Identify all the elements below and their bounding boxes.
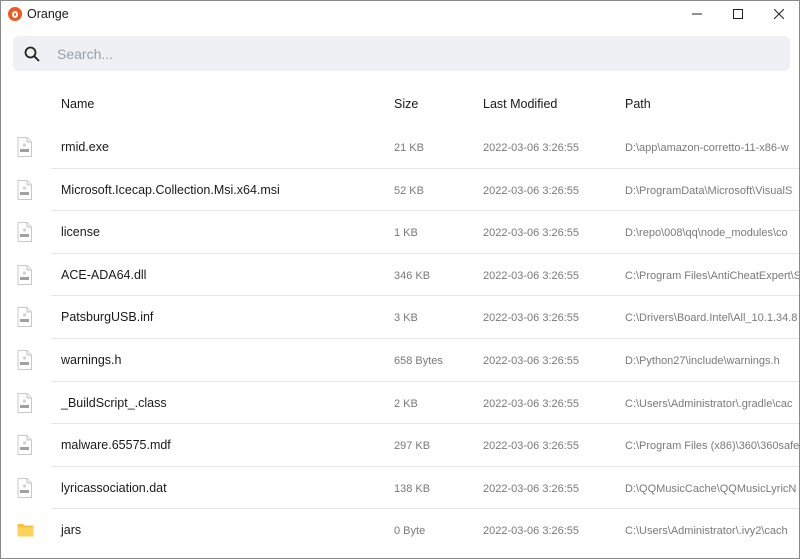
file-last-modified: 2022-03-06 3:26:55 <box>483 269 580 282</box>
app-title: Orange <box>27 7 69 21</box>
maximize-icon <box>732 9 743 19</box>
file-last-modified: 2022-03-06 3:26:55 <box>483 440 580 453</box>
file-last-modified: 2022-03-06 3:26:55 <box>483 312 580 325</box>
file-path: D:\ProgramData\Microsoft\VisualS <box>625 184 793 197</box>
minimize-icon <box>691 13 702 15</box>
table-row[interactable]: malware.65575.mdf 297 KB 2022-03-06 3:26:5… <box>1 424 800 467</box>
file-path: C:\Program Files\AntiCheatExpert\S <box>625 269 800 282</box>
folder-icon <box>17 523 34 543</box>
class-file-icon <box>17 392 32 413</box>
file-name: Microsoft.Icecap.Collection.Msi.x64.msi <box>61 182 280 197</box>
table-row[interactable]: warnings.h 658 Bytes 2022-03-06 3:26:55 D:\… <box>1 339 799 382</box>
file-size: 3 KB <box>394 312 418 325</box>
title-bar: Orange <box>1 1 799 27</box>
file-name: PatsburgUSB.inf <box>61 310 154 325</box>
table-row[interactable]: lyricassociation.dat 138 KB 2022-03-06 3:2… <box>1 467 799 510</box>
column-header-size[interactable]: Size <box>394 97 418 111</box>
file-path: C:\Users\Administrator\.ivy2\cach <box>625 525 788 538</box>
msi-file-icon <box>17 179 32 200</box>
file-size: 346 KB <box>394 269 431 282</box>
file-name: license <box>61 225 100 240</box>
file-size: 2 KB <box>394 397 418 410</box>
app-window: Orange Name Size Last Modified Path rmid… <box>0 0 800 559</box>
close-icon <box>773 9 784 19</box>
file-size: 0 Byte <box>394 525 426 538</box>
table-row[interactable]: PatsburgUSB.inf 3 KB 2022-03-06 3:26:55 C:\… <box>1 296 799 339</box>
file-last-modified: 2022-03-06 3:26:55 <box>483 184 580 197</box>
file-last-modified: 2022-03-06 3:26:55 <box>483 354 580 367</box>
file-last-modified: 2022-03-06 3:26:55 <box>483 142 580 154</box>
table-row[interactable]: ACE-ADA64.dll 346 KB 2022-03-06 3:26:55 C:\… <box>1 254 800 297</box>
app-logo-icon <box>8 7 22 21</box>
file-path: C:\Drivers\Board.Intel\All_10.1.34.8 <box>625 312 798 325</box>
table-row[interactable]: jars 0 Byte 2022-03-06 3:26:55 C:\Users\Adm… <box>1 509 799 552</box>
maximize-button[interactable] <box>717 1 758 27</box>
file-list: rmid.exe 21 KB 2022-03-06 3:26:55 D:\app\am… <box>1 126 800 552</box>
file-last-modified: 2022-03-06 3:26:55 <box>483 227 580 240</box>
file-last-modified: 2022-03-06 3:26:55 <box>483 482 580 495</box>
table-row[interactable]: Microsoft.Icecap.Collection.Msi.x64.msi 5… <box>1 169 799 212</box>
file-last-modified: 2022-03-06 3:26:55 <box>483 525 580 538</box>
file-name: rmid.exe <box>61 140 109 154</box>
file-size: 297 KB <box>394 440 431 453</box>
h-file-icon <box>17 349 32 370</box>
close-button[interactable] <box>758 1 799 27</box>
column-header-path[interactable]: Path <box>625 97 651 111</box>
mdf-file-icon <box>17 435 32 456</box>
file-last-modified: 2022-03-06 3:26:55 <box>483 397 580 410</box>
exe-file-icon <box>17 137 32 157</box>
file-name: lyricassociation.dat <box>61 480 167 495</box>
table-row[interactable]: _BuildScript_.class 2 KB 2022-03-06 3:26:5… <box>1 382 799 425</box>
file-size: 138 KB <box>394 482 431 495</box>
inf-file-icon <box>17 307 32 328</box>
search-input[interactable] <box>57 45 737 62</box>
window-controls <box>676 1 799 27</box>
file-path: D:\repo\008\qq\node_modules\co <box>625 227 788 240</box>
file-name: ACE-ADA64.dll <box>61 267 147 282</box>
file-size: 658 Bytes <box>394 354 443 367</box>
table-row[interactable]: license 1 KB 2022-03-06 3:26:55 D:\repo\008… <box>1 211 799 254</box>
file-name: jars <box>61 523 82 538</box>
table-header: Name Size Last Modified Path <box>1 89 799 119</box>
file-path: C:\Users\Administrator\.gradle\cac <box>625 397 793 410</box>
file-path: D:\QQMusicCache\QQMusicLyricN <box>625 482 797 495</box>
dat-file-icon <box>17 477 32 498</box>
file-size: 52 KB <box>394 184 424 197</box>
dll-file-icon <box>17 264 32 285</box>
search-bar[interactable] <box>13 36 790 71</box>
column-header-last-modified[interactable]: Last Modified <box>483 97 557 111</box>
license-file-icon <box>17 222 32 243</box>
file-size: 1 KB <box>394 227 418 240</box>
table-row[interactable]: rmid.exe 21 KB 2022-03-06 3:26:55 D:\app\am… <box>1 126 799 169</box>
file-size: 21 KB <box>394 142 424 154</box>
search-icon <box>23 45 41 63</box>
file-path: D:\app\amazon-corretto-11-x86-w <box>625 142 789 154</box>
file-name: malware.65575.mdf <box>61 438 171 453</box>
file-path: C:\Program Files (x86)\360\360safe <box>625 440 800 453</box>
file-name: _BuildScript_.class <box>61 395 167 410</box>
column-header-name[interactable]: Name <box>61 97 94 111</box>
minimize-button[interactable] <box>676 1 717 27</box>
file-name: warnings.h <box>61 352 122 367</box>
file-path: D:\Python27\include\warnings.h <box>625 354 780 367</box>
